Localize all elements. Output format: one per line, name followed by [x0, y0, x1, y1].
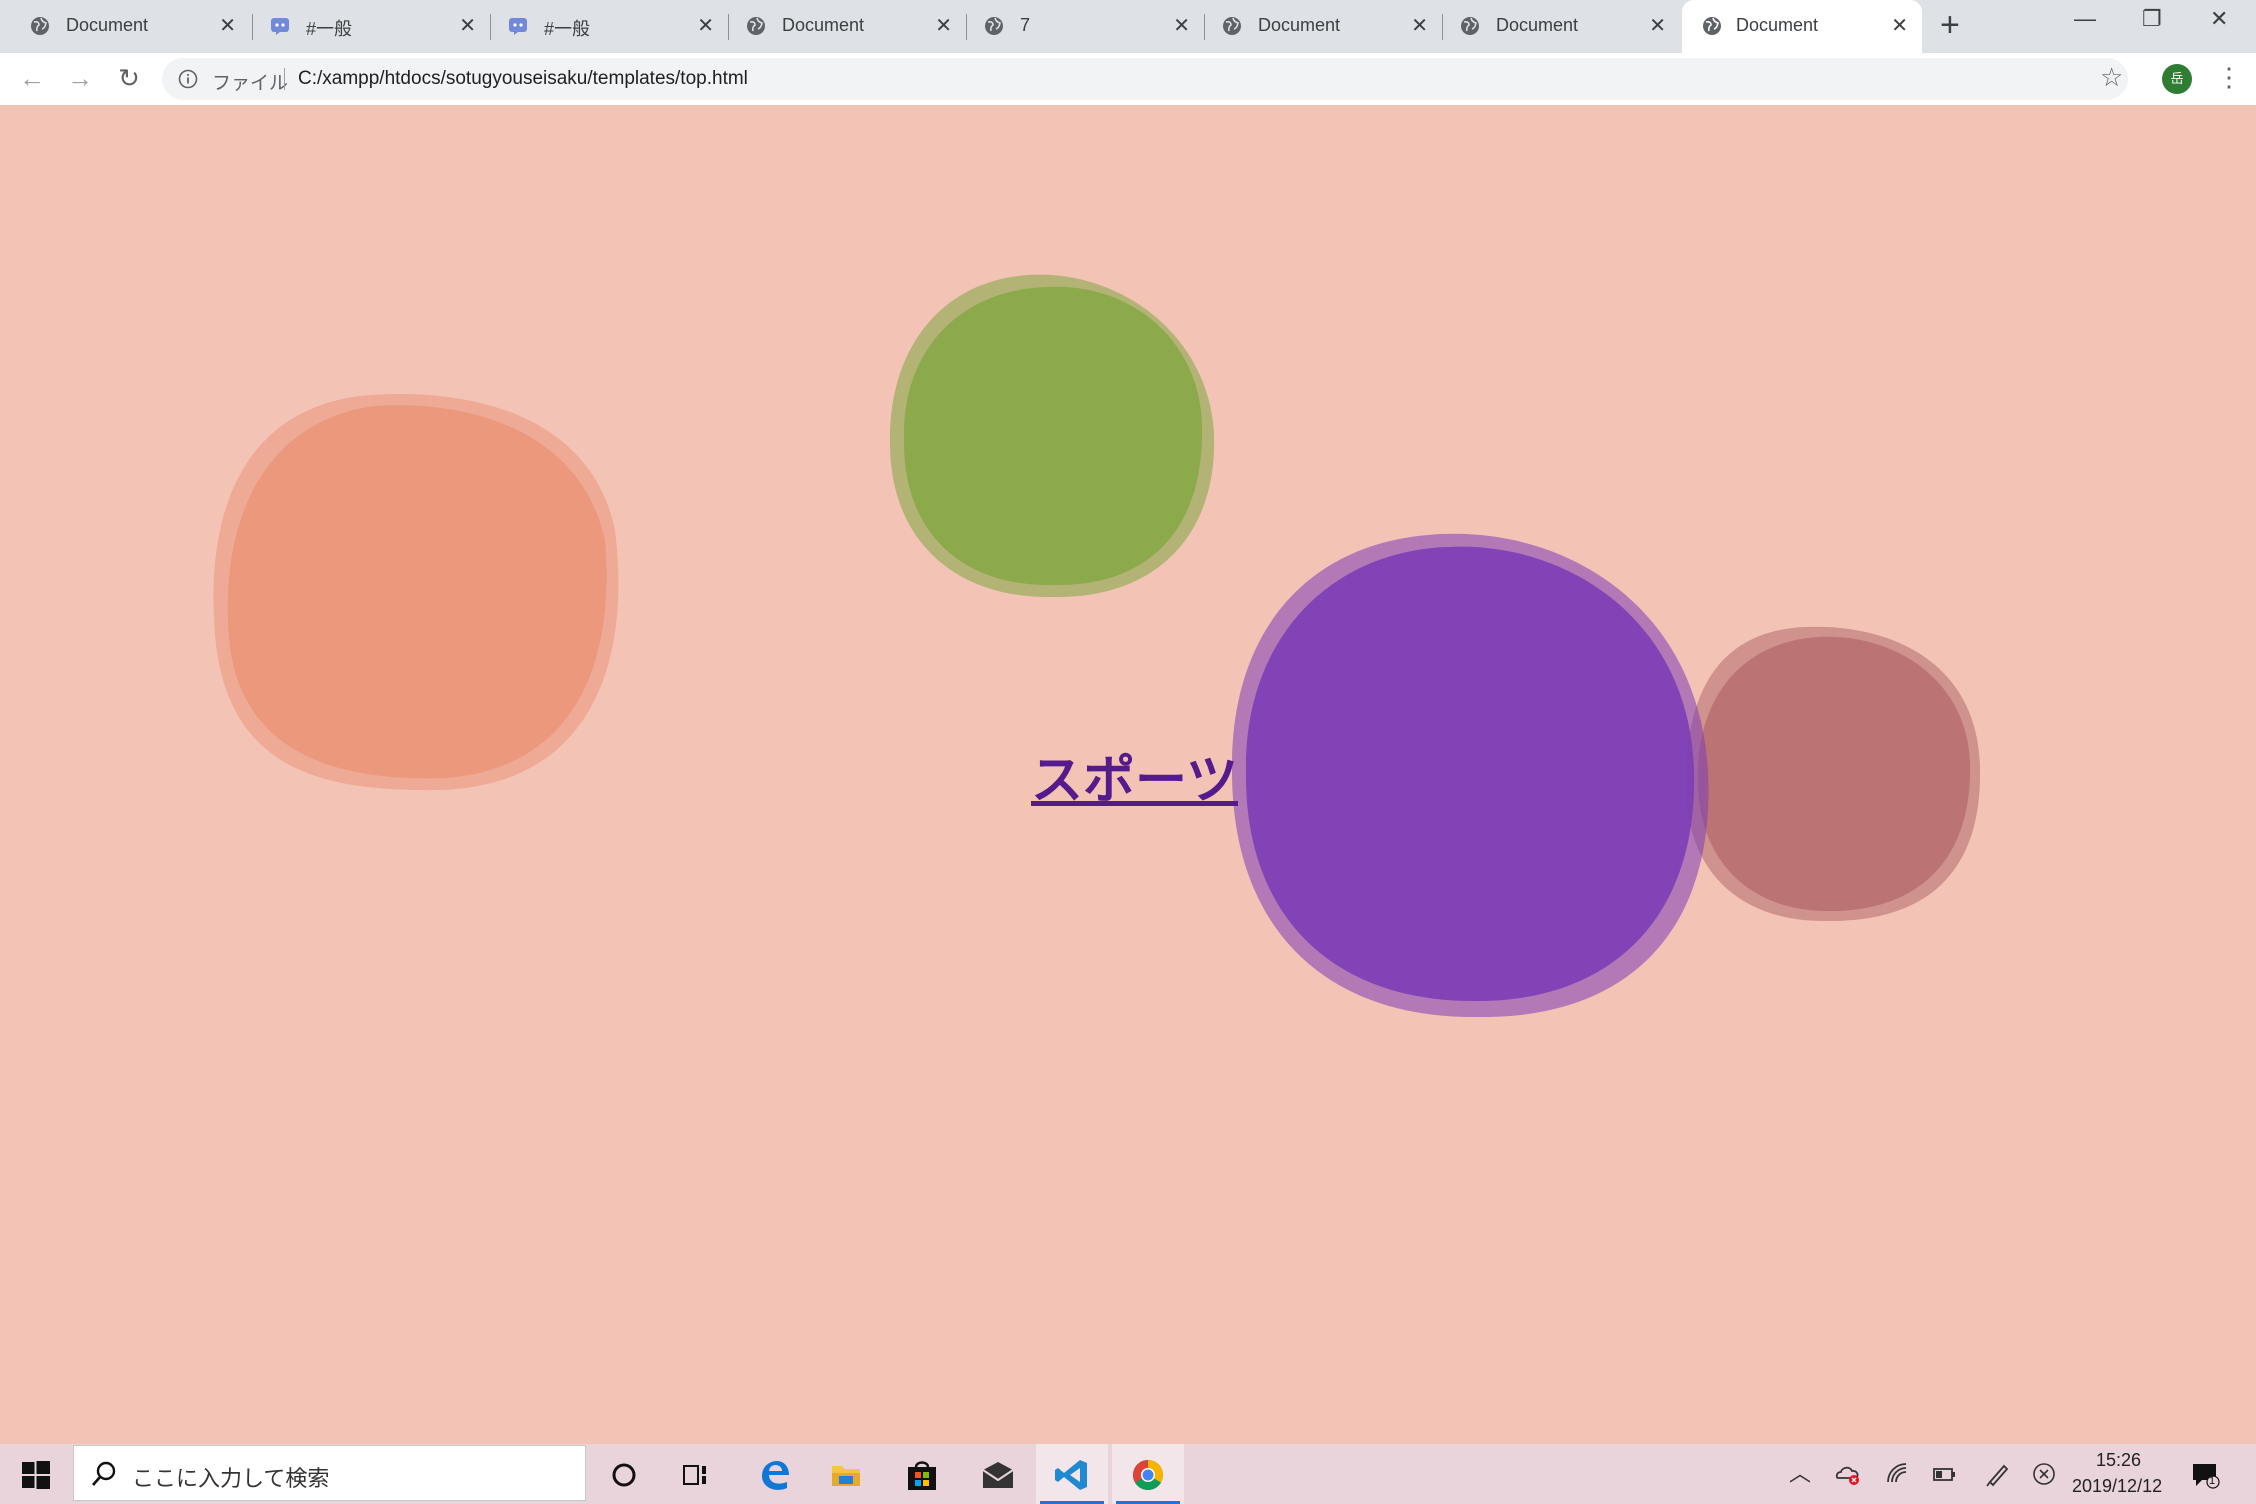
- profile-avatar[interactable]: 岳: [2162, 64, 2192, 94]
- task-view-button[interactable]: [660, 1444, 732, 1504]
- notification-count: 1: [2209, 1475, 2216, 1487]
- reload-icon[interactable]: ↻: [114, 63, 144, 93]
- sports-link[interactable]: スポーツ: [1031, 738, 1238, 813]
- tab-title: 7: [1020, 15, 1031, 35]
- close-icon[interactable]: ✕: [1173, 13, 1190, 38]
- file-explorer-icon: [832, 1466, 860, 1486]
- tab-document-3[interactable]: Document ✕: [1192, 0, 1442, 53]
- purple-blob: [1231, 533, 1709, 1018]
- chrome-button[interactable]: [1112, 1444, 1184, 1504]
- vscode-icon: [1055, 1460, 1087, 1490]
- network-disconnected-icon[interactable]: [2030, 1460, 2058, 1488]
- globe-icon: [1223, 17, 1241, 35]
- windows-taskbar: ここに入力して検索 ︿ 15:26 2019/12/12 1: [0, 1444, 2256, 1504]
- windows-start-icon[interactable]: [22, 1461, 50, 1489]
- minimize-icon[interactable]: —: [2074, 6, 2096, 32]
- address-bar[interactable]: ファイル C:/xampp/htdocs/sotugyouseisaku/tem…: [162, 58, 2128, 100]
- store-button[interactable]: [886, 1444, 958, 1504]
- battery-icon[interactable]: [1930, 1460, 1958, 1488]
- close-icon[interactable]: ✕: [459, 13, 476, 38]
- globe-icon: [1703, 17, 1721, 35]
- info-icon[interactable]: [178, 69, 198, 89]
- tab-discord-1[interactable]: #一般 ✕: [240, 0, 490, 53]
- discord-icon: [271, 18, 289, 35]
- tab-strip: Document ✕ #一般 ✕ #一般 ✕ Document ✕ 7 ✕ Do…: [0, 0, 2256, 53]
- kebab-menu-icon[interactable]: ⋮: [2216, 62, 2242, 93]
- clock-time[interactable]: 15:26: [2096, 1450, 2141, 1471]
- clock-date[interactable]: 2019/12/12: [2072, 1476, 2162, 1497]
- discord-icon: [509, 18, 527, 35]
- wifi-icon[interactable]: [1884, 1460, 1912, 1488]
- tab-discord-2[interactable]: #一般 ✕: [478, 0, 728, 53]
- onedrive-error-icon[interactable]: [1834, 1460, 1862, 1488]
- green-blob: [889, 274, 1215, 598]
- back-icon[interactable]: ←: [17, 63, 47, 93]
- maroon-blob: [1685, 626, 1981, 922]
- tab-7[interactable]: 7 ✕: [954, 0, 1204, 53]
- tab-document-1[interactable]: Document ✕: [0, 0, 250, 53]
- mail-icon: [982, 1462, 1014, 1488]
- search-icon: [92, 1461, 116, 1486]
- mail-button[interactable]: [962, 1444, 1034, 1504]
- globe-icon: [985, 17, 1003, 35]
- cortana-button[interactable]: [588, 1444, 660, 1504]
- close-icon[interactable]: ✕: [1411, 13, 1428, 38]
- tab-title: Document: [1736, 15, 1819, 35]
- file-explorer-button[interactable]: [810, 1444, 882, 1504]
- globe-icon: [747, 17, 765, 35]
- new-tab-button[interactable]: +: [1940, 8, 1960, 42]
- pen-icon[interactable]: [1984, 1460, 2012, 1488]
- scheme-label: ファイル: [212, 73, 289, 94]
- close-icon[interactable]: ✕: [697, 13, 714, 38]
- browser-toolbar: ← → ↻ ファイル C:/xampp/htdocs/sotugyouseisa…: [0, 53, 2256, 106]
- tab-document-2[interactable]: Document ✕: [716, 0, 966, 53]
- edge-icon: [762, 1461, 789, 1490]
- url-text[interactable]: C:/xampp/htdocs/sotugyouseisaku/template…: [298, 68, 748, 90]
- edge-button[interactable]: [738, 1444, 810, 1504]
- tab-title: Document: [1496, 15, 1579, 35]
- page-viewport: スポーツ: [0, 105, 2256, 1444]
- globe-icon: [1461, 17, 1479, 35]
- chevron-up-icon[interactable]: ︿: [1786, 1460, 1814, 1488]
- close-icon[interactable]: ✕: [1649, 13, 1666, 38]
- store-icon: [908, 1461, 936, 1490]
- taskbar-search-box[interactable]: ここに入力して検索: [73, 1445, 586, 1501]
- tab-document-active[interactable]: Document ✕: [1682, 0, 1922, 53]
- tab-document-4[interactable]: Document ✕: [1430, 0, 1680, 53]
- close-icon[interactable]: ✕: [935, 13, 952, 38]
- task-view-icon: [683, 1465, 706, 1485]
- close-icon[interactable]: ✕: [219, 13, 236, 38]
- tab-title: #一般: [544, 19, 591, 39]
- cortana-icon: [612, 1463, 636, 1487]
- search-placeholder: ここに入力して検索: [132, 1466, 330, 1491]
- notification-center-icon[interactable]: [2190, 1460, 2220, 1490]
- chrome-icon: [1132, 1460, 1164, 1491]
- forward-icon[interactable]: →: [65, 63, 95, 93]
- tab-title: Document: [1258, 15, 1341, 35]
- tab-title: Document: [782, 15, 865, 35]
- close-icon[interactable]: ✕: [1891, 13, 1908, 38]
- orange-blob: [213, 393, 619, 791]
- divider: [284, 68, 285, 90]
- restore-icon[interactable]: ❐: [2142, 6, 2162, 32]
- tab-title: Document: [66, 15, 149, 35]
- bookmark-star-icon[interactable]: ☆: [2100, 62, 2123, 93]
- tab-title: #一般: [306, 19, 353, 39]
- vscode-button[interactable]: [1036, 1444, 1108, 1504]
- window-close-icon[interactable]: ✕: [2210, 6, 2228, 32]
- globe-icon: [31, 17, 49, 35]
